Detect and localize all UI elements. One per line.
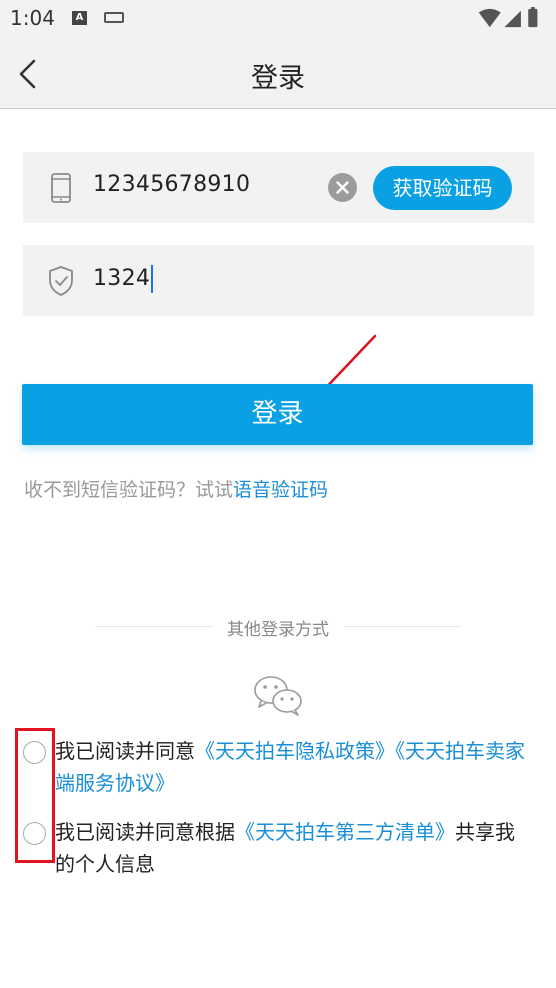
agreement-text: 我已阅读并同意根据《天天拍车第三方清单》共享我的个人信息 [23, 816, 533, 880]
phone-field[interactable]: 12345678910 获取验证码 [23, 152, 534, 223]
status-bar: 1:04 A [0, 0, 556, 38]
a-icon: A [72, 11, 87, 25]
code-input[interactable]: 1324 [93, 265, 154, 293]
agreement-row-third-party: 我已阅读并同意根据《天天拍车第三方清单》共享我的个人信息 [23, 816, 533, 880]
clear-icon[interactable] [328, 173, 357, 202]
wifi-icon [478, 8, 501, 28]
status-time: 1:04 [10, 6, 55, 30]
annotation-highlight-box [15, 728, 55, 863]
other-login-title: 其他登录方式 [227, 620, 329, 640]
sms-hint-text: 收不到短信验证码？试试 [24, 479, 234, 501]
battery-icon [528, 8, 538, 28]
agreement-prefix: 我已阅读并同意 [55, 739, 195, 763]
wechat-icon[interactable] [252, 674, 304, 716]
shield-check-icon [49, 266, 73, 296]
code-input-value: 1324 [93, 266, 151, 291]
agreement-text: 我已阅读并同意《天天拍车隐私政策》《天天拍车卖家端服务协议》 [23, 735, 533, 799]
agreement-row-privacy: 我已阅读并同意《天天拍车隐私政策》《天天拍车卖家端服务协议》 [23, 735, 533, 799]
page-title: 登录 [251, 63, 305, 94]
third-party-list-link[interactable]: 《天天拍车第三方清单》 [235, 820, 455, 844]
keyboard-icon [104, 12, 124, 23]
privacy-policy-link[interactable]: 《天天拍车隐私政策》 [195, 739, 395, 763]
agreement-prefix: 我已阅读并同意根据 [55, 820, 235, 844]
text-cursor [151, 265, 154, 293]
status-icons [478, 7, 538, 28]
signal-icon [504, 10, 521, 28]
header: 登录 [0, 38, 556, 109]
login-button[interactable]: 登录 [22, 384, 533, 445]
sms-hint: 收不到短信验证码？试试语音验证码 [24, 475, 328, 502]
code-field[interactable]: 1324 [23, 245, 534, 316]
get-code-button[interactable]: 获取验证码 [373, 166, 512, 210]
phone-icon [51, 173, 71, 203]
phone-input[interactable]: 12345678910 [93, 172, 250, 197]
voice-code-link[interactable]: 语音验证码 [233, 479, 328, 501]
